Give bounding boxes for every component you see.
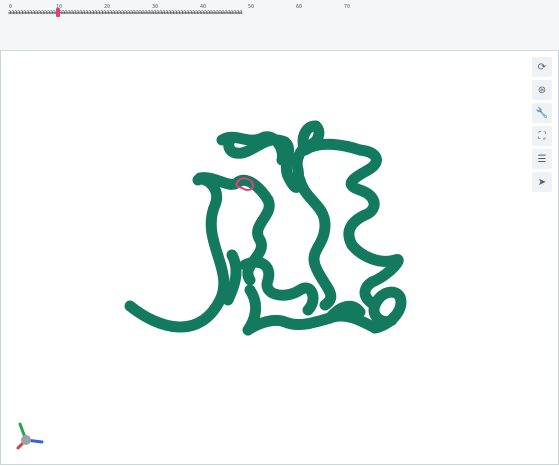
sequence-panel: 0 10 20 30 40 50 60 70 aaaaaaaaaaaaaaaaa… xyxy=(0,0,559,51)
molecule-viewport[interactable] xyxy=(0,51,559,466)
sequence-residues[interactable]: aaaaaaaaaaaaaaaaaaaaaaaaaaaaaaaaaaaaaaaa… xyxy=(8,9,392,17)
axes-origin xyxy=(21,435,31,445)
protein-cartoon xyxy=(124,120,407,336)
orientation-axes xyxy=(16,422,44,450)
selected-residue-marker[interactable] xyxy=(56,8,60,17)
